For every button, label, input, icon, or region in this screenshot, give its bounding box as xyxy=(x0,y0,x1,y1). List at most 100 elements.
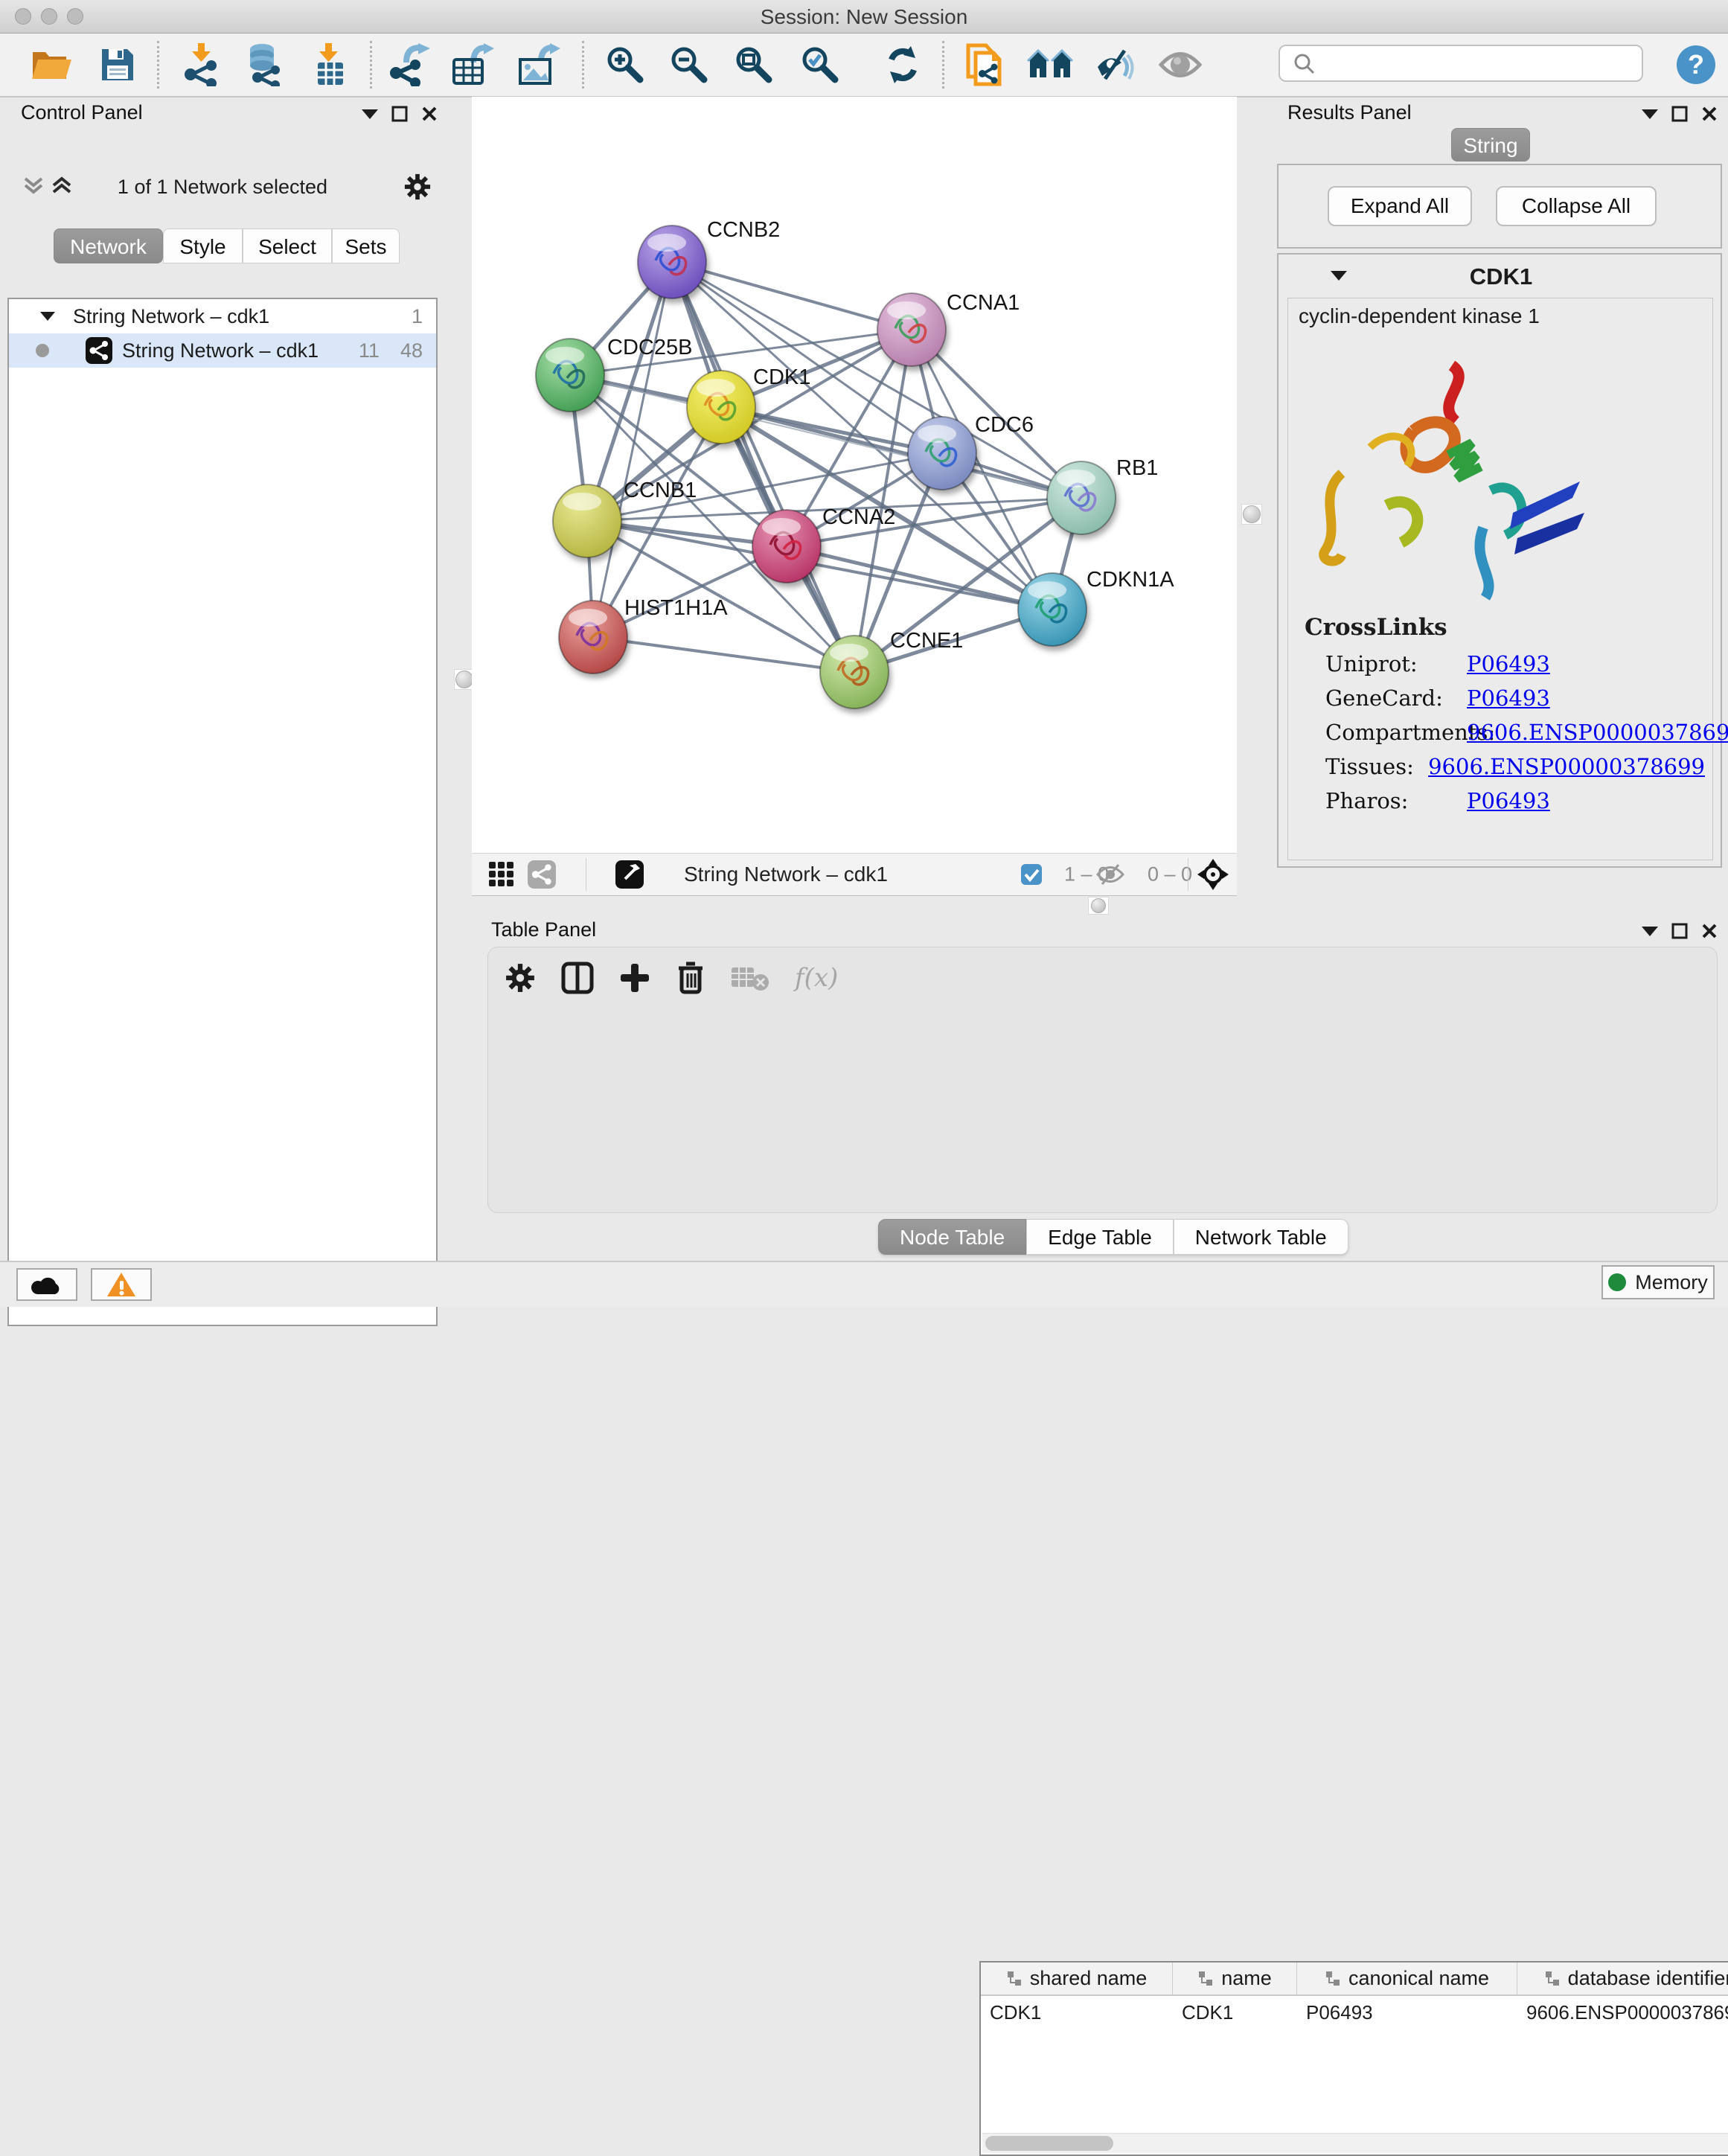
network-overview-icon[interactable] xyxy=(527,860,557,889)
edge-CCNA2-CDKN1A[interactable] xyxy=(787,546,1052,610)
zoom-out-icon[interactable] xyxy=(665,41,713,89)
memory-label: Memory xyxy=(1635,1271,1708,1294)
collection-expand-icon[interactable] xyxy=(40,312,55,321)
column-header[interactable]: shared name xyxy=(981,1963,1173,1995)
crosslink-link[interactable]: 9606.ENSP00000378699 xyxy=(1467,720,1728,745)
table-cell[interactable]: P06493 xyxy=(1297,1996,1517,2029)
import-network-database-icon[interactable] xyxy=(240,41,287,89)
column-header[interactable]: database identifier xyxy=(1517,1963,1728,1995)
export-table-icon[interactable] xyxy=(449,41,496,89)
network-options-gear-icon[interactable] xyxy=(403,173,432,201)
delete-column-icon[interactable] xyxy=(676,961,705,995)
export-network-icon[interactable] xyxy=(386,41,434,89)
scrollbar-thumb[interactable] xyxy=(985,2136,1113,2151)
crosslink-link[interactable]: P06493 xyxy=(1467,685,1550,711)
import-network-file-icon[interactable] xyxy=(178,41,225,89)
table-cell[interactable]: CDK1 xyxy=(1173,1996,1297,2029)
help-icon[interactable]: ? xyxy=(1672,41,1720,89)
network-row[interactable]: String Network – cdk1 11 48 xyxy=(9,333,436,368)
table-options-gear-icon[interactable] xyxy=(505,962,536,994)
column-header[interactable]: canonical name xyxy=(1297,1963,1517,1995)
import-table-icon[interactable] xyxy=(307,41,354,89)
show-columns-icon[interactable] xyxy=(561,962,594,994)
add-column-icon[interactable] xyxy=(619,962,650,994)
tab-select[interactable]: Select xyxy=(243,228,332,263)
network-collection-row[interactable]: String Network – cdk1 1 xyxy=(9,299,436,333)
cloud-button[interactable] xyxy=(16,1268,77,1301)
memory-button[interactable]: Memory xyxy=(1601,1265,1715,1299)
node-CCNA1[interactable] xyxy=(877,293,946,366)
column-header[interactable]: name xyxy=(1173,1963,1297,1995)
float-panel-icon[interactable] xyxy=(1671,106,1688,122)
save-session-icon[interactable] xyxy=(94,41,141,89)
float-panel-icon[interactable] xyxy=(391,106,408,122)
network-label: String Network – cdk1 xyxy=(122,339,319,362)
expand-all-button[interactable]: Expand All xyxy=(1328,186,1472,226)
node-CDC25B[interactable] xyxy=(536,339,604,412)
tab-sets[interactable]: Sets xyxy=(332,228,400,263)
close-panel-icon[interactable] xyxy=(421,106,438,122)
search-input[interactable] xyxy=(1323,51,1642,76)
node-CDK1[interactable] xyxy=(687,371,755,444)
tab-network-table[interactable]: Network Table xyxy=(1174,1219,1348,1255)
crosslink-row: Pharos:P06493 xyxy=(1325,784,1705,818)
status-bar: Memory xyxy=(0,1261,1728,1307)
hide-eye-icon[interactable] xyxy=(1092,41,1139,89)
horizontal-scrollbar[interactable] xyxy=(982,2133,1728,2153)
clone-network-icon[interactable] xyxy=(960,41,1008,89)
zoom-selected-icon[interactable] xyxy=(796,41,844,89)
refresh-icon[interactable] xyxy=(879,41,927,89)
panel-menu-icon[interactable] xyxy=(1642,109,1658,119)
table-tabs: Node Table Edge Table Network Table xyxy=(878,1219,1348,1255)
node-CDKN1A[interactable] xyxy=(1018,573,1087,646)
collapse-all-button[interactable]: Collapse All xyxy=(1496,186,1657,226)
panel-menu-icon[interactable] xyxy=(1642,927,1658,936)
table-cell[interactable]: 9606.ENSP00000378699 xyxy=(1517,1996,1728,2029)
tab-edge-table[interactable]: Edge Table xyxy=(1026,1219,1174,1255)
panel-menu-icon[interactable] xyxy=(362,109,378,119)
table-row[interactable]: CDK1CDK1P064939606.ENSP00000378699cyclin… xyxy=(981,1996,1728,2029)
node-CCNB2[interactable] xyxy=(638,225,706,298)
crosslink-link[interactable]: 9606.ENSP00000378699 xyxy=(1428,754,1705,779)
network-edge-count: 48 xyxy=(400,339,423,362)
houses-icon[interactable] xyxy=(1026,41,1074,89)
column-hierarchy-icon xyxy=(1006,1971,1023,1987)
right-splitter-handle[interactable] xyxy=(1241,504,1262,525)
close-panel-icon[interactable] xyxy=(1701,106,1718,122)
warning-button[interactable] xyxy=(91,1268,152,1301)
toolbar-separator xyxy=(582,41,584,89)
crosslink-link[interactable]: P06493 xyxy=(1467,651,1550,676)
float-panel-icon[interactable] xyxy=(1671,923,1688,939)
open-session-icon[interactable] xyxy=(28,41,76,89)
table-cell[interactable]: CDK1 xyxy=(981,1996,1173,2029)
zoom-in-icon[interactable] xyxy=(601,41,649,89)
edge-CCNB2-HIST1H1A[interactable] xyxy=(593,262,672,637)
tab-node-table[interactable]: Node Table xyxy=(878,1219,1026,1255)
node-CCNB1[interactable] xyxy=(553,484,621,557)
column-hierarchy-icon xyxy=(1544,1971,1561,1987)
node-CDC6[interactable] xyxy=(908,417,976,490)
tab-string[interactable]: String xyxy=(1451,128,1530,161)
network-node-count: 11 xyxy=(359,339,380,362)
close-panel-icon[interactable] xyxy=(1701,923,1718,939)
network-canvas[interactable]: CCNB2CCNA1CDC25BCDK1CDC6RB1CCNB1CCNA2CDK… xyxy=(472,97,1237,853)
node-HIST1H1A[interactable] xyxy=(559,601,627,674)
birdseye-grid-icon[interactable] xyxy=(488,861,515,888)
selected-checkbox-icon[interactable] xyxy=(1020,863,1043,886)
edge-HIST1H1A-CCNE1[interactable] xyxy=(593,637,854,672)
node-RB1[interactable] xyxy=(1047,461,1116,534)
crosslink-link[interactable]: P06493 xyxy=(1467,788,1550,813)
protein-structure-image xyxy=(1296,343,1608,604)
tab-style[interactable]: Style xyxy=(163,228,243,263)
tab-network[interactable]: Network xyxy=(54,228,163,263)
detach-view-icon[interactable] xyxy=(615,860,644,889)
column-header-label: shared name xyxy=(1030,1967,1148,1990)
export-image-icon[interactable] xyxy=(515,41,563,89)
zoom-fit-icon[interactable] xyxy=(730,41,778,89)
fit-content-crosshair-icon[interactable] xyxy=(1197,859,1229,890)
bottom-splitter-handle[interactable] xyxy=(1088,897,1109,915)
node-CCNA2[interactable] xyxy=(752,510,821,583)
column-header-label: database identifier xyxy=(1568,1967,1728,1990)
node-CCNE1[interactable] xyxy=(820,636,889,708)
gray-eye-icon[interactable] xyxy=(1156,41,1204,89)
